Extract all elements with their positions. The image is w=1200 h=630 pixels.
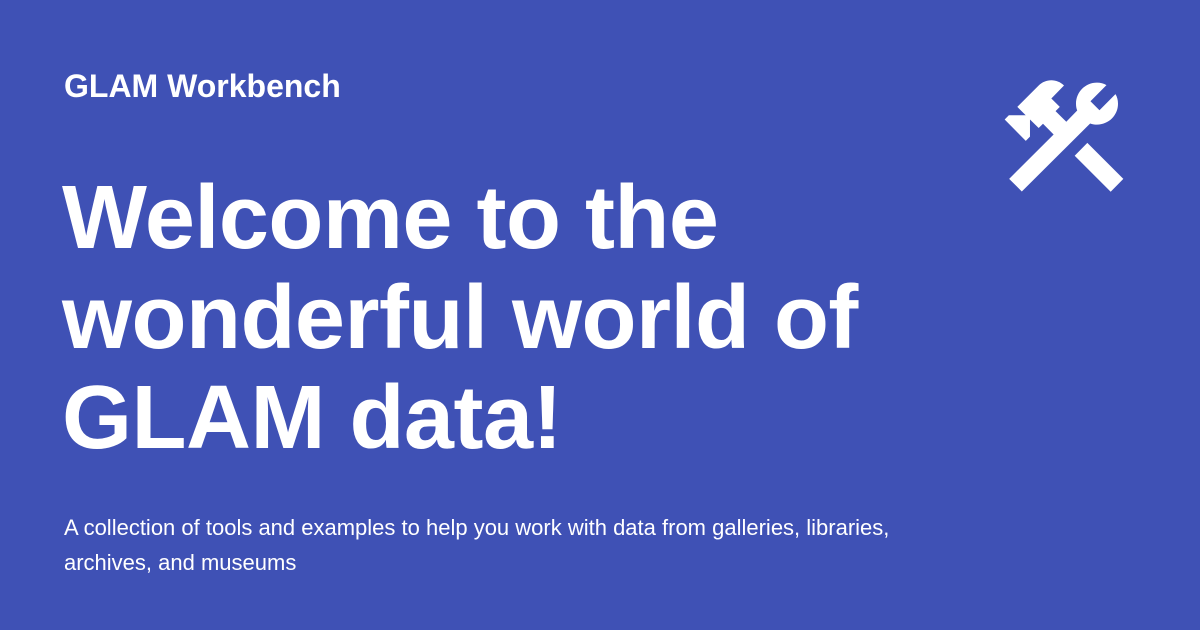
site-name: GLAM Workbench bbox=[64, 68, 341, 104]
page-title: Welcome to the wonderful world of GLAM d… bbox=[62, 168, 858, 468]
page-description: A collection of tools and examples to he… bbox=[64, 515, 890, 575]
hammer-wrench-icon bbox=[1004, 80, 1124, 192]
